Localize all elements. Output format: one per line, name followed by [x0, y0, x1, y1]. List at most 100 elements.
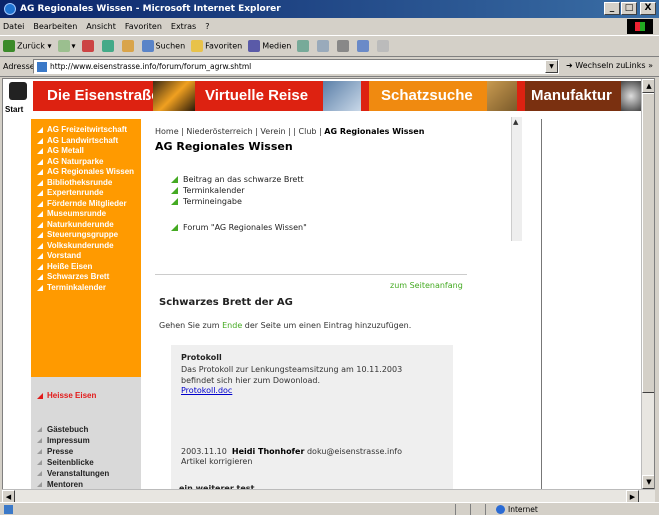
status-page-icon — [4, 504, 13, 514]
end-link[interactable]: Ende — [222, 321, 242, 330]
menu-item-naturkunderunde[interactable]: Naturkunderunde — [35, 220, 141, 231]
windows-logo-icon — [627, 19, 653, 34]
go-button[interactable]: ➜ Wechseln zu — [566, 61, 625, 70]
favorites-button[interactable]: Favoriten — [191, 40, 242, 52]
page-horizontal-scrollbar[interactable]: ◀ ▶ — [2, 489, 655, 503]
scroll-thumb[interactable] — [642, 93, 654, 393]
menu-item-ag-freizeitwirtschaft[interactable]: AG Freizeitwirtschaft — [35, 125, 141, 136]
menu-item-museumsrunde[interactable]: Museumsrunde — [35, 209, 141, 220]
menu-item-terminkalender[interactable]: Terminkalender — [35, 283, 141, 294]
menu-item-ag-regionales-wissen[interactable]: AG Regionales Wissen — [35, 167, 141, 178]
forum-link[interactable]: Forum "AG Regionales Wissen" — [171, 222, 307, 233]
to-top-link[interactable]: zum Seitenanfang — [390, 281, 463, 290]
post-date: 2003.11.10 — [181, 447, 227, 456]
address-url: http://www.eisenstrasse.info/forum/forum… — [50, 62, 252, 71]
address-input[interactable]: http://www.eisenstrasse.info/forum/forum… — [33, 59, 559, 74]
search-button[interactable]: Suchen — [141, 40, 185, 52]
post-text-line1: Das Protokoll zur Lenkungsteamsitzung am… — [181, 365, 403, 374]
site-header: Start Die Eisenstraße Virtuelle Reise Sc… — [3, 79, 641, 119]
menu-item-presse[interactable]: Presse — [35, 446, 141, 457]
ie-icon — [4, 3, 16, 15]
main-content: Home | Niederösterreich | Verein | | Clu… — [155, 127, 485, 232]
history-icon[interactable] — [297, 40, 310, 52]
right-column — [523, 119, 643, 497]
close-button[interactable]: X — [640, 2, 656, 15]
heisse-eisen-link[interactable]: Heisse Eisen — [35, 391, 141, 400]
menu-item-seitenblicke[interactable]: Seitenblicke — [35, 457, 141, 468]
page-icon — [37, 61, 47, 72]
inner-frame-scrollbar[interactable]: ▲ — [511, 117, 522, 241]
minimize-button[interactable]: _ — [604, 2, 620, 15]
scroll-up-icon[interactable]: ▲ — [513, 118, 518, 126]
page-title: AG Regionales Wissen — [155, 140, 293, 153]
post-author: Heidi Thonhofer — [231, 447, 305, 456]
ag-menu: AG Freizeitwirtschaft AG Landwirtschaft … — [31, 119, 141, 377]
breadcrumb-current: AG Regionales Wissen — [324, 127, 425, 136]
menu-item-vorstand[interactable]: Vorstand — [35, 251, 141, 262]
address-bar: Adresse http://www.eisenstrasse.info/for… — [0, 57, 659, 77]
start-link[interactable]: Start — [3, 79, 31, 119]
menu-bearbeiten[interactable]: Bearbeiten — [33, 22, 77, 31]
address-dropdown-icon[interactable]: ▼ — [545, 60, 558, 73]
menu-item-volkskunderunde[interactable]: Volkskunderunde — [35, 241, 141, 252]
action-termineingabe[interactable]: Termineingabe — [171, 196, 304, 207]
breadcrumb-path[interactable]: Home | Niederösterreich | Verein | | Clu… — [155, 127, 324, 136]
divider — [155, 274, 467, 275]
menu-item-impressum[interactable]: Impressum — [35, 435, 141, 446]
back-arrow-icon — [3, 40, 15, 52]
discuss-icon[interactable] — [377, 40, 390, 52]
home-icon[interactable] — [121, 40, 134, 52]
menu-item-foerdernde-mitglieder[interactable]: Fördernde Mitglieder — [35, 199, 141, 210]
menu-item-ag-landwirtschaft[interactable]: AG Landwirtschaft — [35, 136, 141, 147]
section-title: Schwarzes Brett der AG — [159, 297, 293, 308]
scroll-down-button[interactable]: ▼ — [642, 475, 654, 489]
page-vertical-scrollbar[interactable]: ▲ ▼ — [641, 79, 654, 489]
menu-ansicht[interactable]: Ansicht — [86, 22, 116, 31]
media-button[interactable]: Medien — [248, 40, 291, 52]
menu-extras[interactable]: Extras — [171, 22, 196, 31]
nav-schatzsuche[interactable]: Schatzsuche — [369, 81, 487, 111]
menu-item-steuerungsgruppe[interactable]: Steuerungsgruppe — [35, 230, 141, 241]
nav-treasure-image — [487, 81, 517, 111]
general-menu: Heisse Eisen Gästebuch Impressum Presse … — [31, 377, 141, 497]
edit-icon[interactable] — [357, 40, 370, 52]
window-titlebar: AG Regionales Wissen - Microsoft Interne… — [0, 0, 659, 18]
print-icon[interactable] — [337, 40, 350, 52]
nav-virtuelle-reise[interactable]: Virtuelle Reise — [205, 81, 308, 111]
action-beitrag[interactable]: Beitrag an das schwarze Brett — [171, 174, 304, 185]
menu-item-ag-naturparke[interactable]: AG Naturparke — [35, 157, 141, 168]
refresh-icon[interactable] — [101, 40, 114, 52]
security-zone: Internet — [496, 504, 538, 515]
menu-datei[interactable]: Datei — [3, 22, 24, 31]
stop-icon[interactable] — [81, 40, 94, 52]
action-list: Beitrag an das schwarze Brett Terminkale… — [171, 174, 304, 207]
maximize-button[interactable]: □ — [621, 2, 637, 15]
nav-eisenstrasse[interactable]: Die Eisenstraße — [47, 81, 160, 111]
edit-article-link[interactable]: Artikel korrigieren — [181, 457, 443, 466]
page-viewport: Start Die Eisenstraße Virtuelle Reise Sc… — [2, 78, 655, 498]
post-title: Protokoll — [181, 353, 222, 362]
menu-item-veranstaltungen[interactable]: Veranstaltungen — [35, 468, 141, 479]
links-button[interactable]: Links » — [625, 61, 653, 70]
left-menu: AG Freizeitwirtschaft AG Landwirtschaft … — [31, 119, 141, 497]
menu-help[interactable]: ? — [205, 22, 209, 31]
menu-favoriten[interactable]: Favoriten — [125, 22, 162, 31]
menu-item-ag-metall[interactable]: AG Metall — [35, 146, 141, 157]
menu-item-bibliotheksrunde[interactable]: Bibliotheksrunde — [35, 178, 141, 189]
attachment-link[interactable]: Protokoll.doc — [181, 386, 443, 395]
action-terminkalender[interactable]: Terminkalender — [171, 185, 304, 196]
forward-button[interactable]: ▾ — [57, 40, 76, 52]
statusbar: Internet — [0, 502, 659, 515]
menu-item-schwarzes-brett[interactable]: Schwarzes Brett — [35, 272, 141, 283]
favorites-icon — [191, 40, 204, 52]
nav-landscape-image — [323, 81, 361, 111]
window-title: AG Regionales Wissen - Microsoft Interne… — [20, 4, 281, 14]
scroll-up-button[interactable]: ▲ — [642, 79, 654, 93]
post-email[interactable]: doku@eisenstrasse.info — [307, 447, 402, 456]
back-button[interactable]: Zurück ▾ — [3, 40, 52, 52]
menu-item-expertenrunde[interactable]: Expertenrunde — [35, 188, 141, 199]
menu-item-gaestebuch[interactable]: Gästebuch — [35, 424, 141, 435]
forward-arrow-icon — [57, 40, 70, 52]
mail-icon[interactable] — [317, 40, 330, 52]
menu-item-heisse-eisen[interactable]: Heiße Eisen — [35, 262, 141, 273]
